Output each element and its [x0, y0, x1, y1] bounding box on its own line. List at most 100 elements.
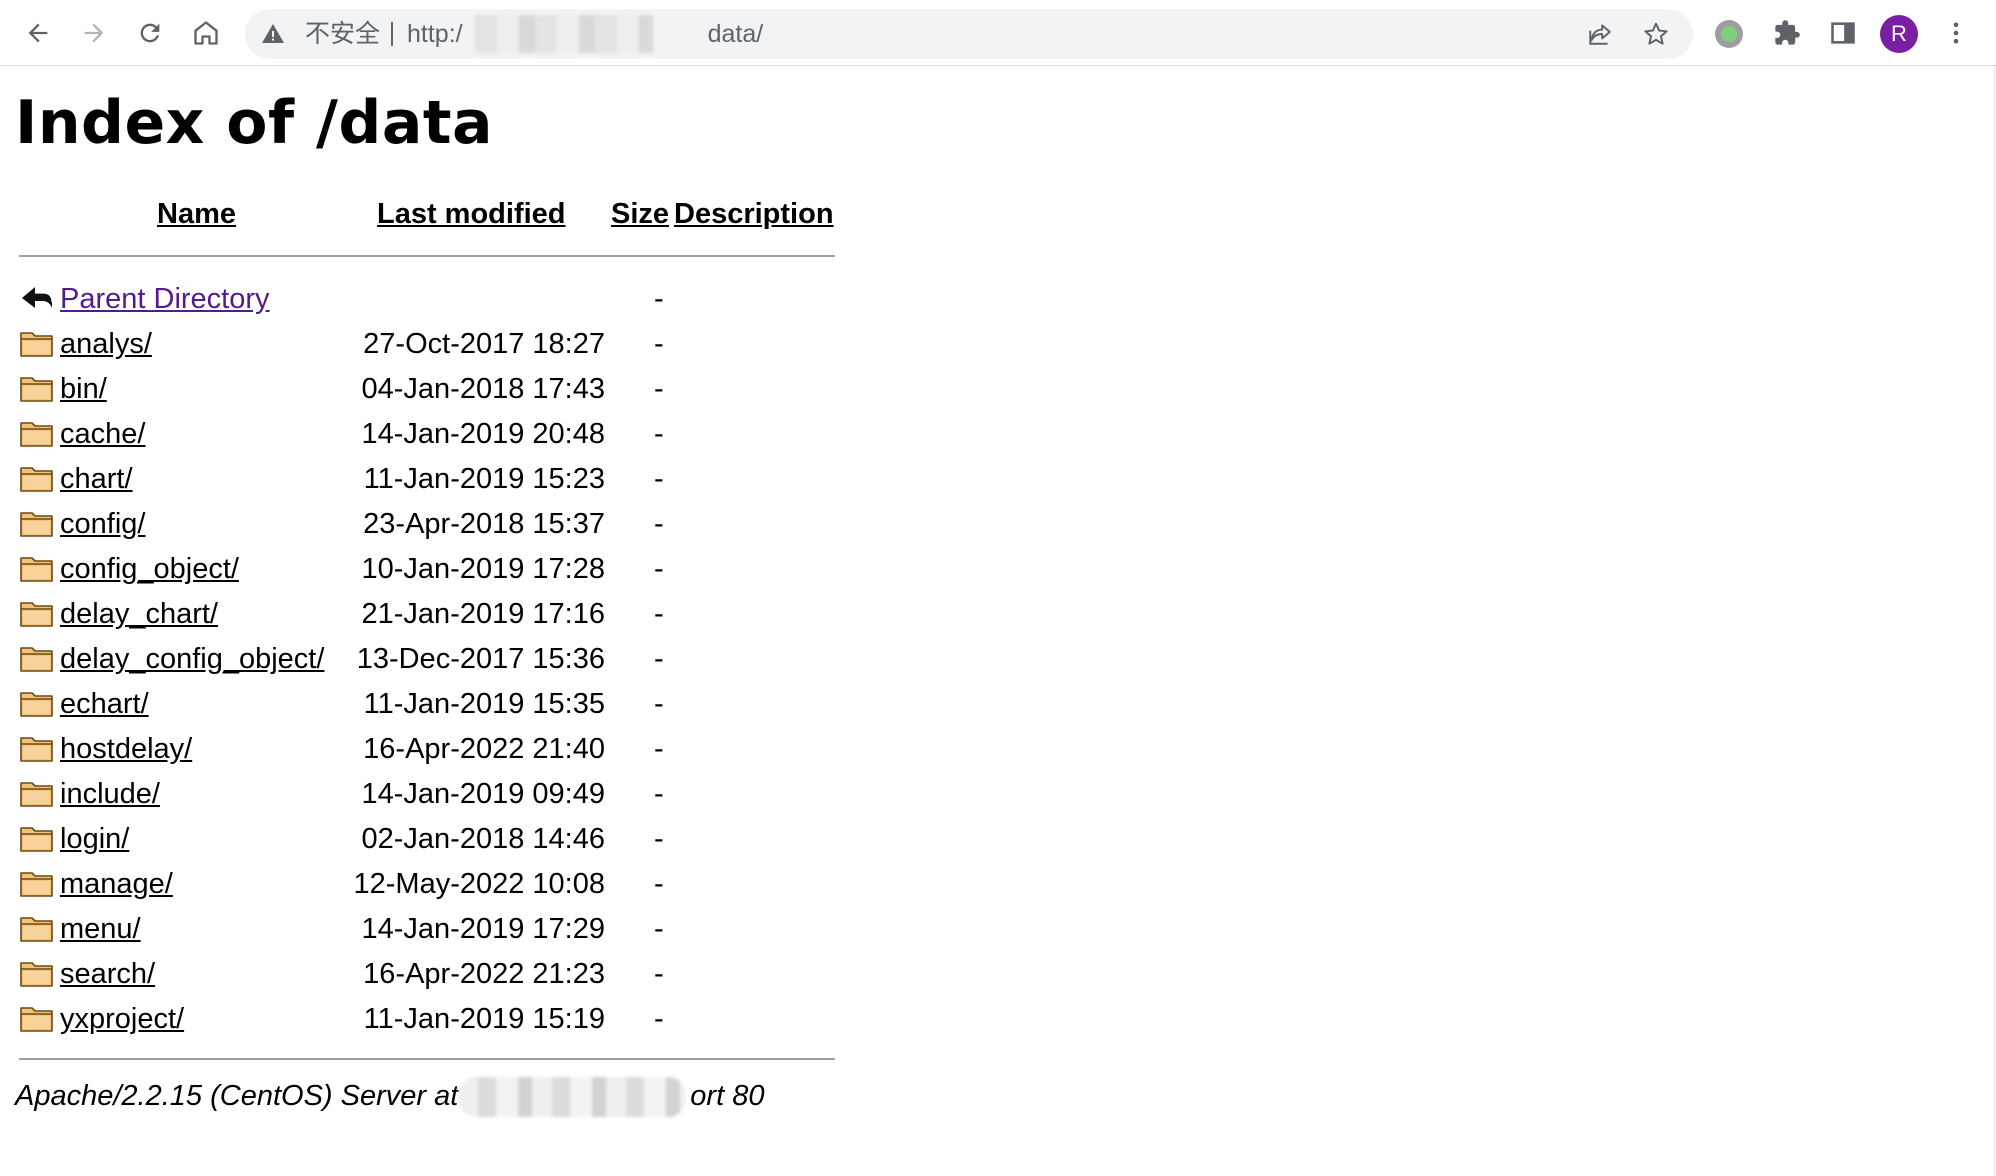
folder-icon [20, 332, 53, 357]
extensions-button[interactable] [1767, 13, 1807, 53]
size-cell: - [654, 598, 664, 630]
folder-icon [20, 782, 53, 807]
redacted-host [475, 15, 653, 53]
size-cell: - [654, 688, 664, 720]
folder-link[interactable]: delay_chart/ [60, 596, 218, 632]
last-modified-cell: 14-Jan-2019 17:29 [361, 913, 605, 945]
security-label[interactable]: 不安全 [305, 20, 380, 48]
folder-link[interactable]: chart/ [60, 461, 133, 497]
side-panel-button[interactable] [1823, 13, 1863, 53]
url-prefix: http:/ [407, 20, 463, 48]
last-modified-cell: 04-Jan-2018 17:43 [361, 373, 605, 405]
size-cell: - [654, 553, 664, 585]
profile-avatar[interactable]: R [1880, 15, 1918, 53]
last-modified-cell: 16-Apr-2022 21:40 [363, 733, 605, 765]
warning-icon [262, 24, 284, 43]
menu-button[interactable] [1936, 13, 1976, 53]
server-signature-prefix: Apache/2.2.15 (CentOS) Server at [15, 1080, 459, 1112]
folder-icon [20, 557, 53, 582]
size-cell: - [654, 733, 664, 765]
reload-button[interactable] [130, 13, 170, 53]
last-modified-cell: 11-Jan-2019 15:23 [363, 463, 605, 495]
size-cell: - [654, 328, 664, 360]
folder-icon [20, 602, 53, 627]
folder-link[interactable]: manage/ [60, 866, 173, 902]
last-modified-cell: 14-Jan-2019 09:49 [361, 778, 605, 810]
folder-link[interactable]: config/ [60, 506, 145, 542]
page-title: Index of /data [15, 88, 494, 158]
folder-icon [20, 692, 53, 717]
last-modified-cell: 16-Apr-2022 21:23 [363, 958, 605, 990]
last-modified-cell: 11-Jan-2019 15:19 [363, 1003, 605, 1035]
parent-size: - [654, 283, 664, 315]
back-arrow-icon [28, 23, 48, 43]
folder-link[interactable]: config_object/ [60, 551, 239, 587]
last-modified-cell: 23-Apr-2018 15:37 [363, 508, 605, 540]
folder-icon [20, 467, 53, 492]
sort-by-name-link[interactable]: Name [157, 196, 236, 232]
browser-toolbar: 不安全 http:/ data/ R [0, 0, 1996, 66]
share-icon[interactable] [1587, 21, 1613, 47]
folder-icon [20, 737, 53, 762]
folder-link[interactable]: login/ [60, 821, 129, 857]
folder-link[interactable]: include/ [60, 776, 160, 812]
folder-link[interactable]: yxproject/ [60, 1001, 184, 1037]
folder-link[interactable]: echart/ [60, 686, 149, 722]
folder-link[interactable]: menu/ [60, 911, 141, 947]
folder-icon [20, 377, 53, 402]
omnibox-divider [391, 22, 393, 46]
sort-by-last-modified-link[interactable]: Last modified [377, 196, 566, 232]
size-cell: - [654, 508, 664, 540]
folder-icon [20, 827, 53, 852]
home-button[interactable] [186, 13, 226, 53]
forward-button[interactable] [74, 13, 114, 53]
back-folder-icon [22, 287, 53, 308]
folder-icon [20, 512, 53, 537]
size-cell: - [654, 643, 664, 675]
url-path: data/ [707, 20, 764, 48]
folder-icon [20, 917, 53, 942]
folder-icon [20, 872, 53, 897]
size-cell: - [654, 373, 664, 405]
sort-by-description-link[interactable]: Description [674, 196, 834, 232]
back-button[interactable] [18, 13, 58, 53]
last-modified-cell: 02-Jan-2018 14:46 [361, 823, 605, 855]
folder-icon [20, 1007, 53, 1032]
parent-directory-link[interactable]: Parent Directory [60, 281, 270, 317]
folder-link[interactable]: hostdelay/ [60, 731, 192, 767]
folder-icon [20, 647, 53, 672]
last-modified-cell: 13-Dec-2017 15:36 [356, 643, 605, 675]
size-cell: - [654, 913, 664, 945]
folder-icon [20, 422, 53, 447]
last-modified-cell: 21-Jan-2019 17:16 [361, 598, 605, 630]
puzzle-icon [1775, 20, 1800, 45]
side-panel-icon [1831, 22, 1855, 44]
sort-by-size-link[interactable]: Size [611, 196, 669, 232]
folder-link[interactable]: analys/ [60, 326, 152, 362]
last-modified-cell: 10-Jan-2019 17:28 [361, 553, 605, 585]
last-modified-cell: 14-Jan-2019 20:48 [361, 418, 605, 450]
last-modified-cell: 12-May-2022 10:08 [353, 868, 606, 900]
address-bar[interactable]: 不安全 http:/ data/ [245, 9, 1693, 59]
size-cell: - [654, 463, 664, 495]
kebab-menu-icon [1953, 22, 1959, 44]
size-cell: - [654, 823, 664, 855]
redacted-hostname [458, 1077, 686, 1117]
size-cell: - [654, 868, 664, 900]
extension-status-icon[interactable] [1715, 20, 1743, 48]
last-modified-cell: 27-Oct-2017 18:27 [363, 328, 605, 360]
folder-link[interactable]: search/ [60, 956, 155, 992]
footer-divider [19, 1058, 835, 1060]
forward-arrow-icon [84, 23, 104, 43]
star-icon[interactable] [1643, 21, 1669, 47]
folder-link[interactable]: cache/ [60, 416, 145, 452]
server-signature-suffix: ort 80 [690, 1080, 765, 1112]
last-modified-cell: 11-Jan-2019 15:35 [363, 688, 605, 720]
folder-link[interactable]: bin/ [60, 371, 107, 407]
reload-icon [140, 23, 160, 43]
size-cell: - [654, 418, 664, 450]
home-icon [194, 21, 218, 45]
folder-link[interactable]: delay_config_object/ [60, 641, 324, 677]
header-divider [19, 255, 835, 257]
size-cell: - [654, 958, 664, 990]
